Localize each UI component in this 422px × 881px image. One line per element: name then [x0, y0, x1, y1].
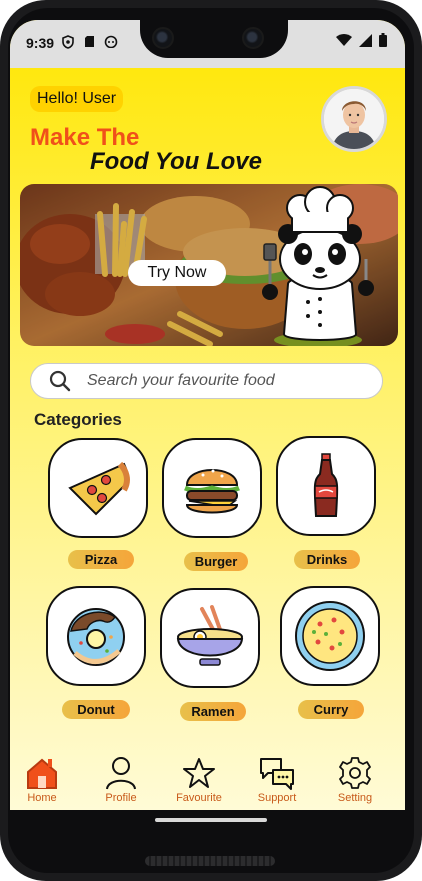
gear-icon [339, 757, 371, 789]
category-card-donut[interactable] [46, 586, 146, 686]
category-card-ramen[interactable] [160, 588, 260, 688]
nav-profile[interactable]: Profile [86, 756, 156, 804]
category-label-curry[interactable]: Curry [298, 700, 364, 719]
app-screen: 9:39 Hello! User Make The Food You Love … [10, 20, 405, 810]
category-card-pizza[interactable] [48, 438, 148, 538]
search-bar[interactable]: Search your favourite food [30, 363, 383, 399]
nav-support[interactable]: Support [242, 756, 312, 804]
status-bar: 9:39 [10, 20, 405, 68]
signal-icon [359, 33, 372, 47]
category-label-burger[interactable]: Burger [184, 552, 248, 571]
nav-favourite-label: Favourite [176, 792, 222, 804]
home-gesture-bar[interactable] [155, 818, 267, 822]
headline-line-2: Food You Love [90, 148, 262, 175]
status-time: 9:39 [26, 35, 55, 51]
nav-setting-label: Setting [337, 792, 373, 804]
front-camera-left [152, 27, 174, 49]
burger-icon [184, 469, 240, 514]
donut-icon [67, 608, 125, 666]
nav-support-label: Support [257, 792, 297, 804]
category-card-curry[interactable] [280, 586, 380, 686]
category-label-pizza[interactable]: Pizza [68, 550, 134, 569]
speaker-grille [145, 856, 275, 866]
categories-title: Categories [34, 410, 122, 429]
phone-frame: 9:39 Hello! User Make The Food You Love … [0, 0, 422, 881]
nav-home[interactable]: Home [10, 756, 77, 804]
category-label-ramen[interactable]: Ramen [180, 702, 246, 721]
search-input[interactable]: Search your favourite food [87, 372, 275, 390]
wifi-icon [336, 33, 352, 46]
camera-notch [140, 20, 288, 58]
sd-card-icon [84, 35, 95, 51]
category-label-drinks[interactable]: Drinks [294, 550, 360, 569]
bottom-navigation: Home Profile Favourite Support Setting [10, 756, 405, 810]
category-label-donut[interactable]: Donut [62, 700, 130, 719]
category-card-burger[interactable] [162, 438, 262, 538]
star-icon [183, 758, 215, 788]
search-icon [49, 370, 71, 392]
promo-banner[interactable]: Try Now [20, 184, 398, 346]
ramen-icon [176, 605, 244, 666]
curry-icon [295, 601, 365, 671]
nav-profile-label: Profile [105, 792, 137, 804]
android-icon [104, 35, 118, 51]
category-card-drinks[interactable] [276, 436, 376, 536]
nav-home-label: Home [27, 792, 57, 804]
pizza-icon [68, 461, 130, 516]
profile-icon [106, 757, 136, 790]
shield-icon [62, 35, 74, 52]
chat-bubbles-icon [260, 758, 294, 790]
nav-setting[interactable]: Setting [320, 756, 390, 804]
greeting-badge: Hello! User [30, 86, 124, 112]
home-icon [27, 758, 57, 789]
try-now-button[interactable]: Try Now [128, 260, 226, 286]
front-camera-right [242, 27, 264, 49]
system-icons [336, 33, 387, 47]
battery-icon [379, 33, 387, 47]
user-avatar[interactable] [321, 86, 387, 152]
drinks-icon [313, 453, 339, 517]
nav-favourite[interactable]: Favourite [164, 756, 234, 804]
